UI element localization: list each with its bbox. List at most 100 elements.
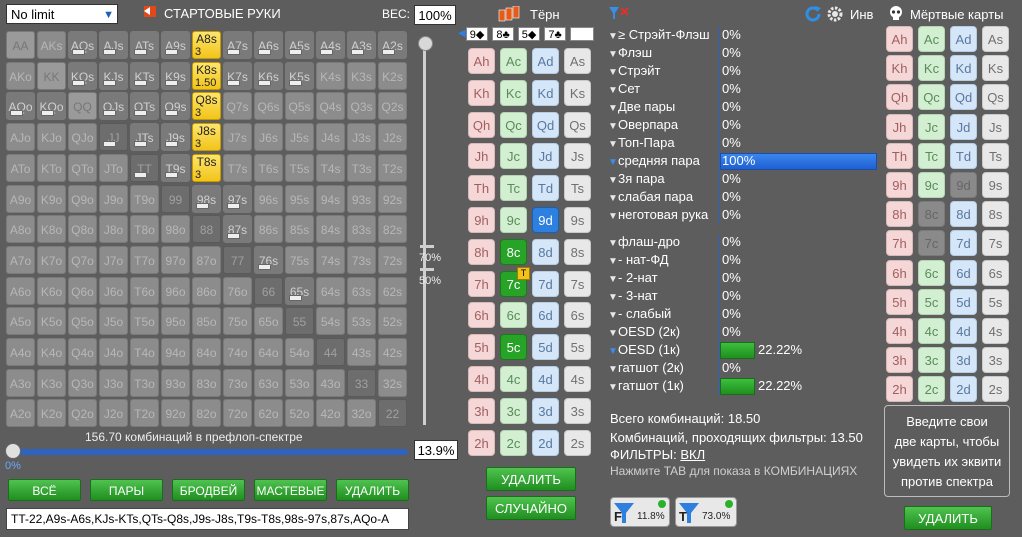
card-2c[interactable]: 2c xyxy=(918,376,945,403)
hand-cell[interactable]: 33 xyxy=(347,368,376,397)
weight-scroll-track[interactable] xyxy=(423,40,426,425)
card-Jh[interactable]: Jh xyxy=(886,113,913,140)
card-8h[interactable]: 8h xyxy=(886,201,913,228)
card-4s[interactable]: 4s xyxy=(564,366,591,392)
hand-cell[interactable]: QJs xyxy=(99,92,128,121)
card-Th[interactable]: Th xyxy=(886,142,913,169)
hand-cell[interactable]: 76s xyxy=(254,245,283,274)
hand-cell[interactable]: A9o xyxy=(6,184,35,213)
hand-cell[interactable]: T9o xyxy=(130,184,159,213)
card-Td[interactable]: Td xyxy=(532,175,559,202)
card-2s[interactable]: 2s xyxy=(564,429,591,456)
hand-cell[interactable]: 86o xyxy=(192,276,221,305)
hand-cell[interactable]: T5s xyxy=(285,153,314,182)
hand-cell[interactable]: K8o xyxy=(37,215,66,244)
hand-cell[interactable]: KTo xyxy=(37,153,66,182)
hand-cell[interactable]: T4s xyxy=(316,153,345,182)
hand-cell[interactable]: Q8s 3 xyxy=(192,92,221,121)
hand-cell[interactable]: AQs xyxy=(68,31,97,59)
hand-cell[interactable]: 52s xyxy=(378,307,407,336)
hand-cell[interactable]: J8o xyxy=(99,215,128,244)
hand-cell[interactable]: T7o xyxy=(130,245,159,274)
hand-cell[interactable]: 53s xyxy=(347,307,376,336)
filter-row[interactable]: ▼- нат-ФД xyxy=(608,251,669,269)
hand-cell[interactable]: A8o xyxy=(6,215,35,244)
card-Ah[interactable]: Ah xyxy=(886,26,913,52)
hand-cell[interactable]: A5o xyxy=(6,307,35,336)
board-card-4[interactable]: 7♣ xyxy=(544,27,566,41)
spectrum-slider[interactable] xyxy=(10,449,408,455)
hand-cell[interactable]: 73o xyxy=(223,368,252,397)
card-Kc[interactable]: Kc xyxy=(918,55,945,82)
weight-input[interactable]: 100% xyxy=(414,5,456,25)
card-Qh[interactable]: Qh xyxy=(468,111,495,138)
card-2h[interactable]: 2h xyxy=(468,429,495,456)
card-4c[interactable]: 4c xyxy=(500,366,527,392)
hand-cell[interactable]: 65o xyxy=(254,307,283,336)
hand-cell[interactable]: J2s xyxy=(378,123,407,152)
filter-row[interactable]: ▼Топ-Пара xyxy=(608,134,675,152)
hand-cell[interactable]: T7s xyxy=(223,153,252,182)
hand-cell[interactable]: 22 xyxy=(378,399,407,428)
card-Jc[interactable]: Jc xyxy=(918,113,945,140)
hand-cell[interactable]: AQo xyxy=(6,92,35,121)
hand-cell[interactable]: 86s xyxy=(254,215,283,244)
hand-cell[interactable]: K6o xyxy=(37,276,66,305)
hand-cell[interactable]: JTo xyxy=(99,153,128,182)
card-Jd[interactable]: Jd xyxy=(532,143,559,170)
filter-row[interactable]: ▼Оверпара xyxy=(608,116,678,134)
arrow-left-icon[interactable]: ◀ xyxy=(458,28,466,39)
card-Qd[interactable]: Qd xyxy=(532,111,559,138)
card-8c[interactable]: 8c xyxy=(500,238,527,265)
hand-cell[interactable]: 84o xyxy=(192,338,221,366)
hand-cell[interactable]: K4o xyxy=(37,338,66,366)
card-9h[interactable]: 9h xyxy=(468,207,495,233)
hand-cell[interactable]: QJo xyxy=(68,123,97,152)
card-7c[interactable]: 7c T xyxy=(500,266,530,297)
hand-cell[interactable]: AJs xyxy=(99,31,128,59)
hand-cell[interactable]: 63o xyxy=(254,368,283,397)
filter-row[interactable]: ▼гатшот (1к) xyxy=(608,377,684,395)
pairs-button[interactable]: ПАРЫ xyxy=(90,479,163,501)
hand-cell[interactable]: A2o xyxy=(6,399,35,428)
delete-range-button[interactable]: УДАЛИТЬ xyxy=(336,479,409,501)
hand-cell[interactable]: QTs xyxy=(130,92,159,121)
card-Js[interactable]: Js xyxy=(564,143,591,170)
card-2s[interactable]: 2s xyxy=(982,376,1009,403)
card-Jd[interactable]: Jd xyxy=(950,113,977,140)
card-Th[interactable]: Th xyxy=(468,175,495,202)
card-Ks[interactable]: Ks xyxy=(564,79,591,106)
all-button[interactable]: ВСЁ xyxy=(8,479,81,501)
card-8s[interactable]: 8s xyxy=(982,201,1009,228)
hand-cell[interactable]: ATs xyxy=(130,31,159,59)
hand-cell[interactable]: 98s xyxy=(192,184,221,213)
hand-cell[interactable]: 74o xyxy=(223,338,252,366)
hand-cell[interactable]: 96o xyxy=(161,276,190,305)
filter-row[interactable]: ▼Две пары xyxy=(608,98,675,116)
hand-cell[interactable]: 43o xyxy=(316,368,345,397)
board-card-1[interactable]: 9◆ xyxy=(466,27,488,41)
hand-cell[interactable]: KQs xyxy=(68,61,97,90)
hand-cell[interactable]: J5s xyxy=(285,123,314,152)
hand-cell[interactable]: 87s xyxy=(223,215,252,244)
gear-icon[interactable] xyxy=(826,5,844,23)
hand-cell[interactable]: 97o xyxy=(161,245,190,274)
hand-cell[interactable]: K5o xyxy=(37,307,66,336)
starting-hands-icon[interactable] xyxy=(142,5,158,19)
card-Qh[interactable]: Qh xyxy=(886,84,913,111)
hand-cell[interactable]: T5o xyxy=(130,307,159,336)
hand-cell[interactable]: Q4s xyxy=(316,92,345,121)
card-Qs[interactable]: Qs xyxy=(564,111,591,138)
card-3h[interactable]: 3h xyxy=(886,347,913,374)
hand-cell[interactable]: 62o xyxy=(254,399,283,428)
hand-cell[interactable]: T2o xyxy=(130,399,159,428)
hand-cell[interactable]: K7s xyxy=(223,61,252,90)
filter-row[interactable]: ▼гатшот (2к) xyxy=(608,359,684,377)
hand-cell[interactable]: A4s xyxy=(316,31,345,59)
hand-cell[interactable]: AJo xyxy=(6,123,35,152)
hand-cell[interactable]: AKo xyxy=(6,61,35,90)
card-Kd[interactable]: Kd xyxy=(532,79,559,106)
card-Td[interactable]: Td xyxy=(950,142,977,169)
hand-cell[interactable]: T8s 3 xyxy=(192,153,221,182)
card-Qc[interactable]: Qc xyxy=(500,111,527,138)
